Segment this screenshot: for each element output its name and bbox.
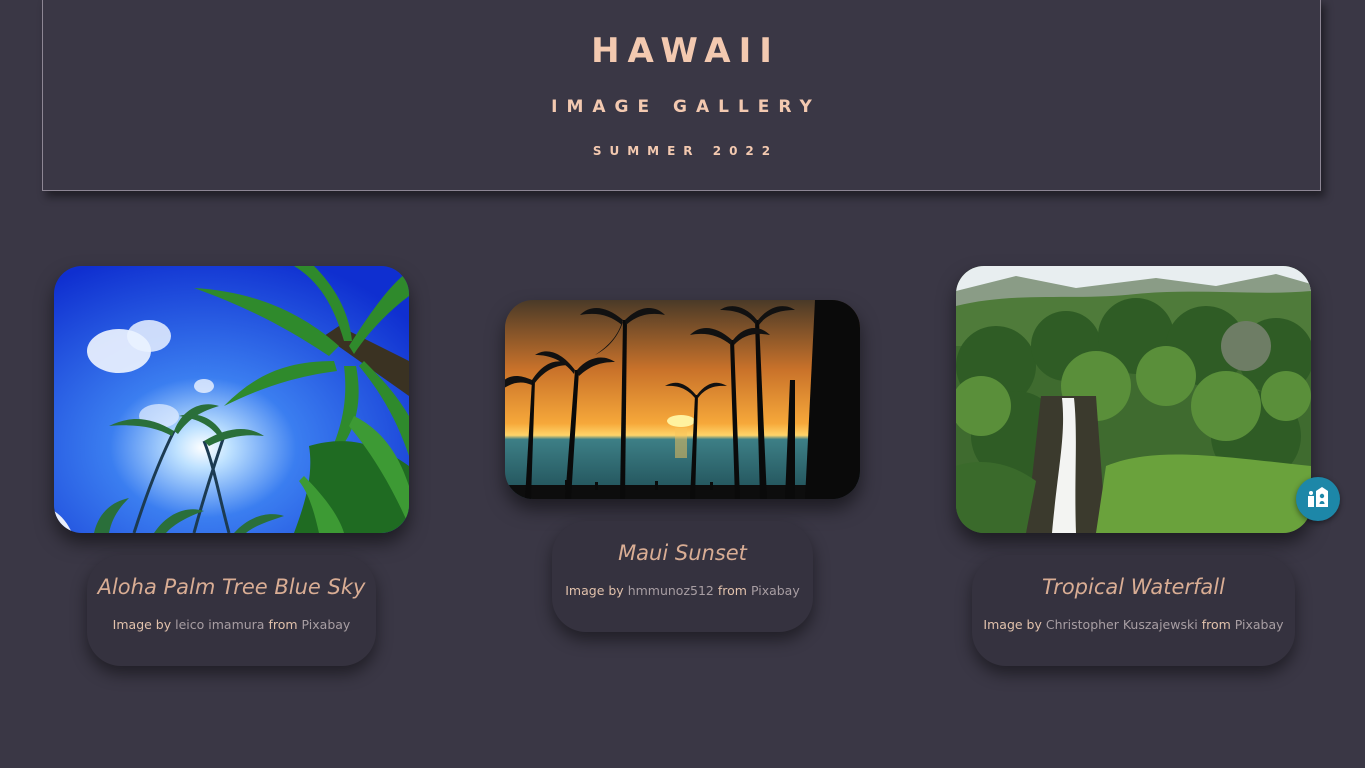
- maui-sunset-photo[interactable]: [505, 300, 860, 499]
- source-link[interactable]: Pixabay: [302, 617, 351, 632]
- source-link[interactable]: Pixabay: [751, 583, 800, 598]
- caption-card-maui-sunset: Maui Sunset Image by hmmunoz512 from Pix…: [552, 521, 813, 632]
- author-link[interactable]: leico imamura: [175, 617, 264, 632]
- author-link[interactable]: Christopher Kuszajewski: [1046, 617, 1198, 632]
- image-title: Tropical Waterfall: [1042, 575, 1225, 599]
- tropical-waterfall-photo[interactable]: [956, 266, 1311, 533]
- accessibility-button[interactable]: [1296, 477, 1340, 521]
- caption-card-palm-tree: Aloha Palm Tree Blue Sky Image by leico …: [87, 555, 376, 666]
- source-link[interactable]: Pixabay: [1235, 617, 1284, 632]
- author-link[interactable]: hmmunoz512: [628, 583, 714, 598]
- image-title: Maui Sunset: [618, 541, 747, 565]
- image-credit: Image by Christopher Kuszajewski from Pi…: [983, 617, 1284, 632]
- image-title: Aloha Palm Tree Blue Sky: [97, 575, 366, 599]
- gallery-header: HAWAII IMAGE GALLERY SUMMER 2022: [42, 0, 1321, 191]
- page-title: HAWAII: [591, 31, 780, 71]
- caption-card-tropical-waterfall: Tropical Waterfall Image by Christopher …: [972, 555, 1295, 666]
- image-credit: Image by hmmunoz512 from Pixabay: [565, 583, 800, 598]
- accessibility-icon: [1305, 485, 1331, 513]
- season-label: SUMMER 2022: [592, 144, 779, 158]
- image-credit: Image by leico imamura from Pixabay: [112, 617, 351, 632]
- palm-tree-photo[interactable]: [54, 266, 409, 533]
- page-subtitle: IMAGE GALLERY: [551, 97, 821, 117]
